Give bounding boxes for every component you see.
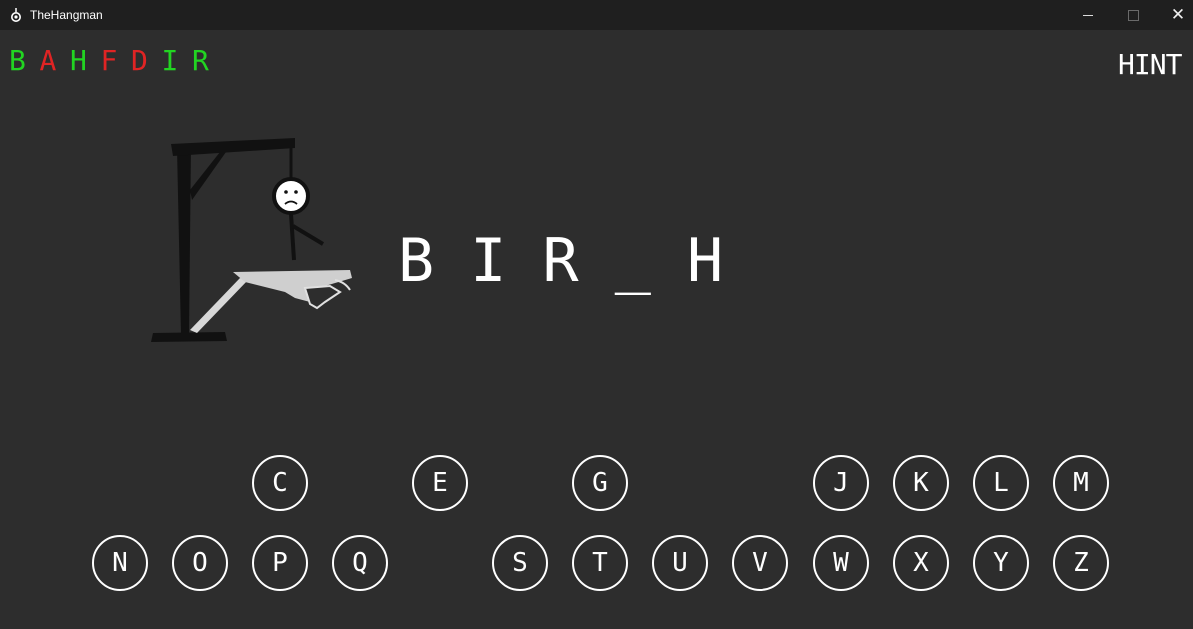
app-icon (11, 8, 21, 22)
guessed-letter: I (161, 44, 179, 77)
gallows-beam (171, 138, 295, 156)
letter-key-v[interactable]: V (732, 535, 788, 591)
letter-key-y[interactable]: Y (973, 535, 1029, 591)
maximize-icon (1127, 9, 1139, 21)
letter-key-g[interactable]: G (572, 455, 628, 511)
guessed-letter: H (70, 44, 87, 77)
letter-key-p[interactable]: P (252, 535, 308, 591)
guessed-letter: F (100, 44, 118, 77)
letter-key-k[interactable]: K (893, 455, 949, 511)
letter-key-t[interactable]: T (572, 535, 628, 591)
letter-key-l[interactable]: L (973, 455, 1029, 511)
hangman-drawing (151, 138, 352, 342)
letter-key-j[interactable]: J (813, 455, 869, 511)
close-button[interactable]: ✕ (1155, 0, 1193, 30)
hangman-body (289, 213, 296, 261)
gallows-platform (233, 270, 352, 302)
letter-key-e[interactable]: E (412, 455, 468, 511)
hint-button[interactable]: HINT (1118, 48, 1182, 81)
letter-key-m[interactable]: M (1053, 455, 1109, 511)
gallows-support (190, 278, 248, 333)
window-title: TheHangman (30, 8, 103, 22)
guessed-letter: D (131, 44, 148, 77)
letter-key-u[interactable]: U (652, 535, 708, 591)
gallows-post (177, 146, 191, 335)
hangman-head (272, 177, 310, 215)
letter-key-x[interactable]: X (893, 535, 949, 591)
letter-key-w[interactable]: W (813, 535, 869, 591)
title-bar: TheHangman ✕ (0, 0, 1193, 30)
letter-key-s[interactable]: S (492, 535, 548, 591)
guessed-letters: BAHFDIR (9, 44, 223, 78)
minimize-icon (1083, 14, 1093, 16)
guessed-letter: R (192, 44, 209, 77)
gallows-trapdoor (303, 284, 342, 310)
maximize-button[interactable] (1110, 0, 1156, 30)
letter-key-z[interactable]: Z (1053, 535, 1109, 591)
letter-key-q[interactable]: Q (332, 535, 388, 591)
letter-key-o[interactable]: O (172, 535, 228, 591)
word-display: B I R _ H (398, 226, 724, 296)
hangman-arm (291, 224, 325, 246)
minimize-button[interactable] (1065, 0, 1111, 30)
letter-key-c[interactable]: C (252, 455, 308, 511)
gallows-brace (190, 152, 226, 200)
guessed-letter: B (9, 44, 26, 77)
guessed-letter: A (39, 44, 57, 77)
letter-key-n[interactable]: N (92, 535, 148, 591)
close-icon: ✕ (1170, 4, 1186, 25)
